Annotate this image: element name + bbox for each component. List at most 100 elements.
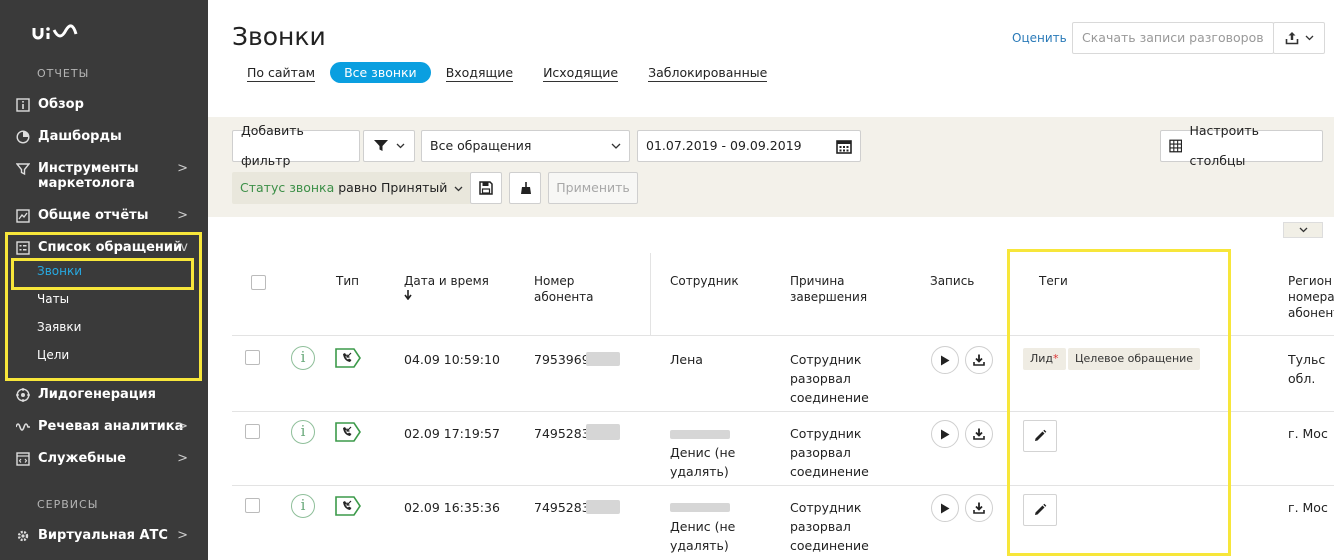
column-header-reason[interactable]: Причина завершения [790, 273, 880, 305]
status-filter-chip[interactable]: Статус звонка равно Принятый [232, 172, 472, 204]
redacted-surname [670, 503, 730, 512]
gear-icon [17, 530, 29, 542]
section-title-reports: ОТЧЕТЫ [37, 67, 90, 80]
info-icon[interactable]: i [291, 346, 315, 370]
sidebar-item-label: Лидогенерация [38, 387, 156, 402]
upload-icon [1285, 32, 1298, 45]
configure-columns-label: Настроить столбцы [1189, 123, 1260, 168]
sidebar-item-speech-analytics[interactable]: Речевая аналитика > [16, 419, 192, 434]
clear-filter-button[interactable] [509, 172, 541, 204]
tab-incoming[interactable]: Входящие [431, 62, 528, 83]
play-button[interactable] [931, 346, 959, 374]
chevron-down-icon [611, 143, 621, 149]
configure-columns-button[interactable]: Настроить столбцы [1160, 123, 1323, 168]
tab-all-calls[interactable]: Все звонки [330, 62, 431, 83]
sort-down-arrow-icon [404, 290, 412, 300]
download-record-button[interactable] [965, 420, 993, 448]
row-region: г. Мос [1288, 426, 1328, 441]
tab-bar: По сайтам Все звонки Входящие Исходящие … [232, 62, 782, 83]
tab-outgoing[interactable]: Исходящие [528, 62, 633, 83]
status-filter-value: равно Принятый [338, 180, 448, 195]
column-header-region[interactable]: Регион номера абонента [1288, 273, 1334, 321]
target-icon [16, 388, 30, 402]
chevron-right-icon: > [177, 451, 188, 466]
incoming-call-icon [335, 422, 361, 442]
row-datetime: 04.09 10:59:10 [404, 352, 500, 367]
row-region: Тульс обл. [1288, 352, 1326, 386]
status-filter-label: Статус звонка [240, 180, 335, 195]
column-header-employee[interactable]: Сотрудник [670, 273, 739, 289]
tab-blocked[interactable]: Заблокированные [633, 62, 782, 83]
row-reason: Сотрудник разорвал соединение [790, 500, 869, 553]
row-datetime: 02.09 17:19:57 [404, 426, 500, 441]
column-header-subscriber[interactable]: Номер абонента [534, 273, 604, 305]
download-record-button[interactable] [965, 346, 993, 374]
row-checkbox[interactable] [245, 350, 260, 365]
add-filter-button[interactable]: Добавить фильтр [232, 123, 360, 168]
sidebar-item-virtual-ats[interactable]: Виртуальная АТС > [16, 528, 192, 543]
export-button[interactable] [1273, 22, 1325, 54]
chevron-right-icon: > [177, 161, 188, 176]
download-record-button[interactable] [965, 494, 993, 522]
download-icon [973, 502, 985, 514]
code-window-icon [16, 452, 30, 466]
row-checkbox[interactable] [245, 498, 260, 513]
sidebar-item-dashboards[interactable]: Дашборды [16, 129, 192, 144]
filter-menu-button[interactable] [363, 130, 415, 162]
date-range-value: 01.07.2019 - 09.09.2019 [646, 138, 802, 153]
row-reason: Сотрудник разорвал соединение [790, 352, 869, 405]
date-range-input[interactable]: 01.07.2019 - 09.09.2019 [637, 130, 861, 162]
chevron-right-icon: > [177, 528, 188, 543]
sidebar-item-label: Обзор [38, 97, 84, 112]
chevron-right-icon: > [177, 208, 188, 223]
column-header-datetime[interactable]: Дата и время [404, 273, 504, 300]
chevron-down-icon [396, 143, 404, 149]
column-header-type[interactable]: Тип [336, 273, 359, 289]
tab-by-sites[interactable]: По сайтам [232, 62, 330, 83]
highlight-calls-item [11, 258, 194, 290]
chevron-down-icon [454, 186, 463, 192]
apply-button[interactable]: Применить [548, 172, 638, 204]
redacted-number [586, 352, 620, 366]
redacted-number [586, 424, 620, 440]
column-header-datetime-label: Дата и время [404, 274, 489, 288]
section-title-services: СЕРВИСЫ [37, 498, 99, 511]
chevron-right-icon: > [177, 419, 188, 434]
download-icon [973, 428, 985, 440]
app-logo[interactable] [32, 24, 78, 46]
sidebar-item-general-reports[interactable]: Общие отчёты > [16, 208, 192, 223]
play-button[interactable] [931, 420, 959, 448]
info-square-icon [16, 98, 30, 112]
sidebar-item-overview[interactable]: Обзор [16, 97, 192, 112]
info-icon[interactable]: i [291, 420, 315, 444]
sidebar-item-service[interactable]: Служебные > [16, 451, 192, 466]
select-all-checkbox[interactable] [251, 275, 266, 290]
sidebar-item-marketing-tools[interactable]: Инструменты маркетолога > [16, 161, 192, 191]
sidebar-item-label: Виртуальная АТС [38, 528, 168, 543]
filter-icon [373, 140, 388, 151]
sidebar-item-label: Общие отчёты [38, 208, 149, 223]
columns-icon [1169, 139, 1183, 153]
highlight-tags-column [1007, 249, 1231, 556]
play-icon [941, 429, 950, 439]
save-icon [479, 181, 493, 195]
sidebar-item-leadgen[interactable]: Лидогенерация [16, 387, 192, 402]
row-reason: Сотрудник разорвал соединение [790, 426, 869, 479]
info-icon[interactable]: i [291, 494, 315, 518]
column-header-record[interactable]: Запись [930, 273, 974, 289]
sidebar-item-label: Инструменты маркетолога [38, 161, 139, 191]
play-button[interactable] [931, 494, 959, 522]
page-title: Звонки [232, 22, 326, 51]
download-records-button[interactable]: Скачать записи разговоров [1072, 22, 1274, 54]
column-divider [650, 253, 651, 335]
row-number: 7495283 [534, 500, 590, 515]
sidebar-item-label: Речевая аналитика [38, 419, 184, 434]
save-filter-button[interactable] [470, 172, 502, 204]
requests-select[interactable]: Все обращения [421, 130, 630, 162]
broom-icon [521, 182, 531, 194]
collapse-filters-button[interactable] [1283, 222, 1323, 238]
row-employee: Денис (не удалять) [670, 445, 736, 479]
play-icon [941, 355, 950, 365]
row-checkbox[interactable] [245, 424, 260, 439]
rate-link[interactable]: Оценить [1012, 31, 1067, 45]
